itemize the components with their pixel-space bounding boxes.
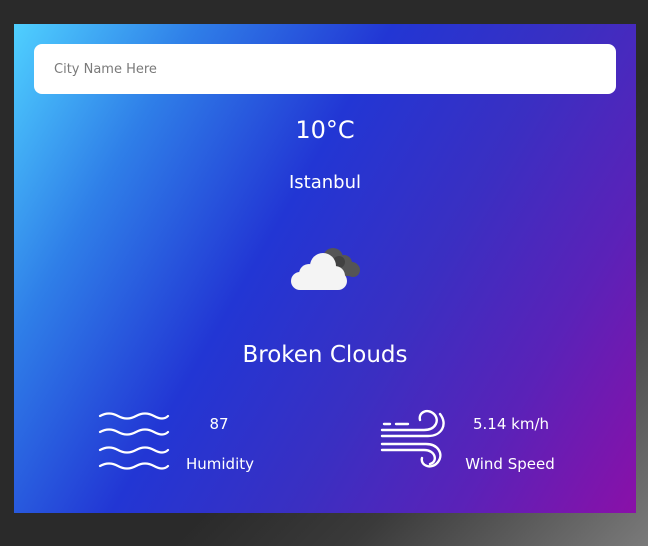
weather-card: 10°C Istanbul Broken Clouds	[14, 24, 636, 513]
wind-speed-label: Wind Speed	[465, 455, 555, 473]
search-box[interactable]	[34, 44, 616, 94]
broken-clouds-icon	[289, 240, 363, 292]
humidity-label: Humidity	[185, 455, 254, 473]
humidity-waves-icon	[98, 410, 170, 472]
wind-speed-value: 5.14 km/h	[472, 415, 550, 433]
city-search-input[interactable]	[54, 44, 594, 94]
wind-icon	[378, 406, 450, 478]
temperature: 10°C	[295, 116, 355, 144]
humidity-value: 87	[209, 415, 229, 433]
weather-description: Broken Clouds	[242, 342, 408, 368]
city-name: Istanbul	[288, 172, 362, 193]
